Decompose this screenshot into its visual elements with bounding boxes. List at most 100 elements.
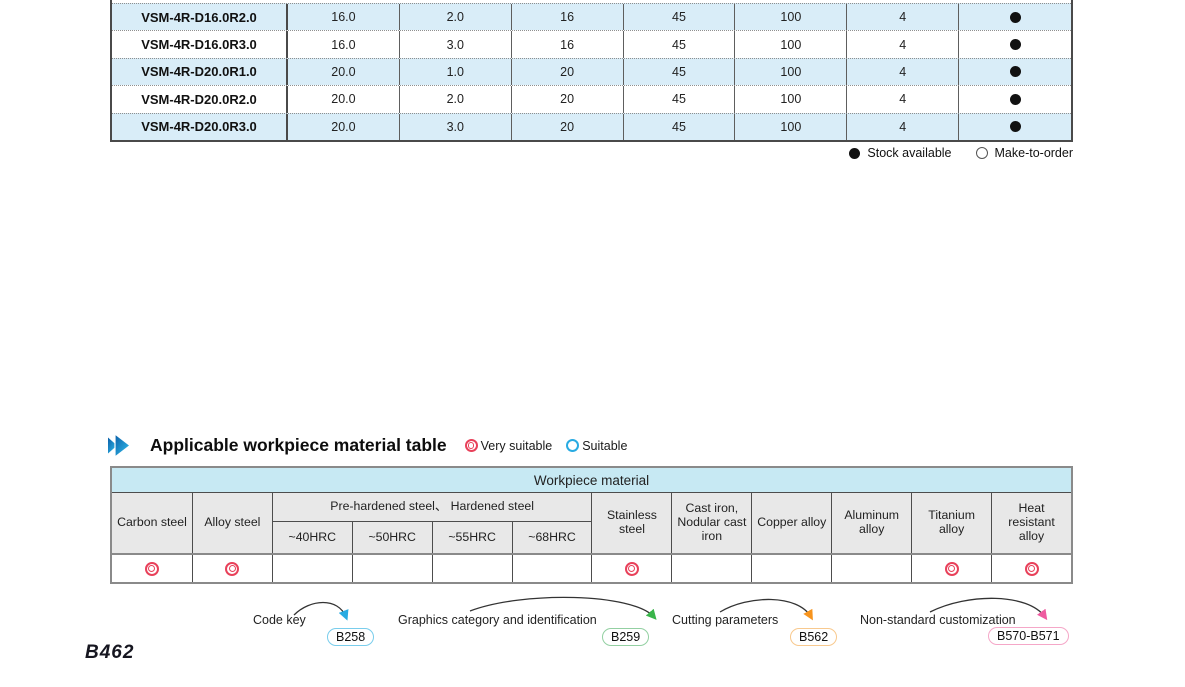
workpiece-suitability-row: [112, 553, 1071, 582]
workpiece-table-header: Carbon steel Alloy steel Pre-hardened st…: [112, 493, 1071, 553]
make-to-order-label: Make-to-order: [995, 146, 1074, 160]
value-cell: 20: [512, 114, 624, 140]
value-cell: 20.0: [288, 59, 400, 85]
model-cell: VSM-4R-D20.0R2.0: [112, 86, 288, 112]
suitability-cell-titanium-alloy: [911, 555, 991, 582]
value-cell: 100: [735, 4, 847, 30]
column-header-alloy-steel: Alloy steel: [192, 493, 272, 553]
value-cell: 4: [847, 59, 959, 85]
workpiece-material-table: Workpiece material Carbon steel Alloy st…: [110, 466, 1073, 584]
column-header-titanium-alloy: Titanium alloy: [911, 493, 991, 553]
value-cell: 45: [624, 114, 736, 140]
value-cell: 45: [624, 86, 736, 112]
stock-legend: Stock available Make-to-order: [110, 146, 1073, 160]
page-ref-badge-b259[interactable]: B259: [602, 628, 649, 646]
page-ref-badge-b258[interactable]: B258: [327, 628, 374, 646]
page-ref-badge-b562[interactable]: B562: [790, 628, 837, 646]
value-cell: 4: [847, 114, 959, 140]
stock-available-dot-icon: [1010, 66, 1021, 77]
value-cell: 45: [624, 31, 736, 57]
table-row: VSM-4R-D20.0R1.0 20.0 1.0 20 45 100 4: [112, 58, 1071, 85]
curved-arrow-icon: [718, 595, 818, 625]
suitable-legend-item: Suitable: [566, 439, 627, 453]
value-cell: 1.0: [400, 59, 512, 85]
suitability-cell-copper-alloy: [751, 555, 831, 582]
column-header-carbon-steel: Carbon steel: [112, 493, 192, 553]
value-cell: 2.0: [400, 86, 512, 112]
suitability-cell-heat-resistant-alloy: [991, 555, 1071, 582]
value-cell: 3.0: [400, 114, 512, 140]
section-heading: Applicable workpiece material table Very…: [108, 434, 627, 457]
column-header-stainless-steel: Stainless steel: [591, 493, 671, 553]
stock-available-label: Stock available: [867, 146, 951, 160]
stock-available-legend-item: Stock available: [849, 146, 951, 160]
stock-cell: [959, 59, 1071, 85]
very-suitable-double-circle-icon: [465, 439, 478, 452]
value-cell: 20: [512, 59, 624, 85]
very-suitable-mark-icon: [625, 562, 639, 576]
stock-available-dot-icon: [1010, 121, 1021, 132]
value-cell: 100: [735, 59, 847, 85]
very-suitable-mark-icon: [145, 562, 159, 576]
model-cell: VSM-4R-D16.0R2.0: [112, 4, 288, 30]
table-row: VSM-4R-D16.0R3.0 16.0 3.0 16 45 100 4: [112, 30, 1071, 57]
suitability-cell-stainless-steel: [591, 555, 671, 582]
value-cell: 16.0: [288, 4, 400, 30]
column-header-copper-alloy: Copper alloy: [751, 493, 831, 553]
column-header-55hrc: ~55HRC: [432, 522, 512, 553]
column-header-heat-resistant-alloy: Heat resistant alloy: [991, 493, 1071, 553]
page-ref-badge-b570-b571[interactable]: B570-B571: [988, 627, 1069, 645]
stock-available-dot-icon: [1010, 94, 1021, 105]
very-suitable-mark-icon: [225, 562, 239, 576]
value-cell: 45: [624, 59, 736, 85]
stock-available-dot-icon: [1010, 39, 1021, 50]
model-cell: VSM-4R-D16.0R3.0: [112, 31, 288, 57]
value-cell: 20.0: [288, 86, 400, 112]
value-cell: 16: [512, 31, 624, 57]
stock-cell: [959, 114, 1071, 140]
suitability-legend: Very suitable Suitable: [465, 439, 628, 453]
column-header-aluminum-alloy: Aluminum alloy: [831, 493, 911, 553]
column-header-cast-iron: Cast iron, Nodular cast iron: [671, 493, 751, 553]
value-cell: 16: [512, 4, 624, 30]
suitability-cell-alloy-steel: [192, 555, 272, 582]
value-cell: 100: [735, 114, 847, 140]
suitable-circle-icon: [566, 439, 579, 452]
model-cell: VSM-4R-D20.0R3.0: [112, 114, 288, 140]
suitability-cell-carbon-steel: [112, 555, 192, 582]
column-group-hardened-steel: Pre-hardened steel、 Hardened steel: [272, 493, 592, 522]
suitability-cell-40hrc: [272, 555, 352, 582]
table-row: VSM-4R-D16.0R2.0 16.0 2.0 16 45 100 4: [112, 3, 1071, 30]
column-header-68hrc: ~68HRC: [512, 522, 592, 553]
curved-arrow-icon: [292, 596, 356, 626]
value-cell: 4: [847, 31, 959, 57]
stock-available-dot-icon: [1010, 12, 1021, 23]
column-header-40hrc: ~40HRC: [272, 522, 352, 553]
value-cell: 20.0: [288, 114, 400, 140]
suitability-cell-50hrc: [352, 555, 432, 582]
value-cell: 45: [624, 4, 736, 30]
stock-cell: [959, 31, 1071, 57]
section-title: Applicable workpiece material table: [150, 435, 447, 456]
stock-cell: [959, 86, 1071, 112]
very-suitable-legend-item: Very suitable: [465, 439, 553, 453]
suitability-cell-cast-iron: [671, 555, 751, 582]
filled-circle-icon: [849, 148, 860, 159]
column-header-50hrc: ~50HRC: [352, 522, 432, 553]
suitability-cell-aluminum-alloy: [831, 555, 911, 582]
product-table: VSM-4R-D16.0R2.0 16.0 2.0 16 45 100 4 VS…: [110, 0, 1073, 142]
value-cell: 100: [735, 86, 847, 112]
suitable-label: Suitable: [582, 439, 627, 453]
suitability-cell-55hrc: [432, 555, 512, 582]
make-to-order-legend-item: Make-to-order: [976, 146, 1074, 160]
value-cell: 100: [735, 31, 847, 57]
very-suitable-label: Very suitable: [481, 439, 553, 453]
double-chevron-icon: [108, 434, 138, 457]
suitability-cell-68hrc: [512, 555, 592, 582]
curved-arrow-icon: [468, 594, 663, 624]
workpiece-table-title: Workpiece material: [112, 468, 1071, 493]
table-row: VSM-4R-D20.0R2.0 20.0 2.0 20 45 100 4: [112, 85, 1071, 112]
value-cell: 2.0: [400, 4, 512, 30]
very-suitable-mark-icon: [945, 562, 959, 576]
value-cell: 16.0: [288, 31, 400, 57]
